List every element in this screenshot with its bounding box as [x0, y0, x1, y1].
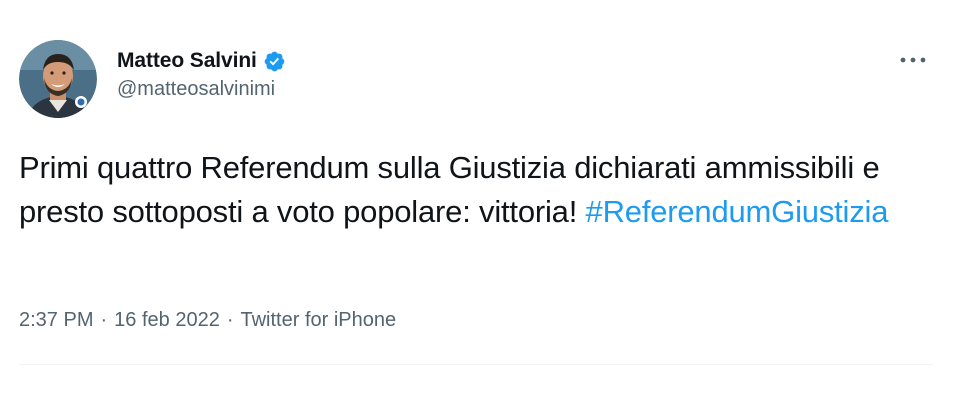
meta-separator: ·	[100, 309, 108, 331]
more-options-icon[interactable]	[896, 48, 930, 72]
handle[interactable]: @matteosalvinimi	[117, 78, 286, 101]
avatar-image	[19, 40, 97, 118]
tweet-card: Matteo Salvini @matteosalvinimi Primi qu…	[0, 0, 960, 400]
meta-separator-2: ·	[226, 309, 234, 331]
tweet-text: Primi quattro Referendum sulla Giustizia…	[19, 146, 919, 234]
hashtag-link[interactable]: #ReferendumGiustizia	[586, 194, 889, 229]
tweet-source[interactable]: Twitter for iPhone	[240, 309, 396, 332]
verified-badge-icon	[263, 50, 286, 73]
divider	[19, 364, 933, 365]
author-info: Matteo Salvini @matteosalvinimi	[117, 46, 286, 101]
tweet-time[interactable]: 2:37 PM	[19, 309, 93, 332]
avatar[interactable]	[19, 40, 97, 118]
tweet-meta: 2:37 PM · 16 feb 2022 · Twitter for iPho…	[19, 309, 396, 332]
display-name[interactable]: Matteo Salvini	[117, 49, 257, 73]
tweet-date[interactable]: 16 feb 2022	[114, 309, 220, 332]
name-row: Matteo Salvini	[117, 46, 286, 76]
